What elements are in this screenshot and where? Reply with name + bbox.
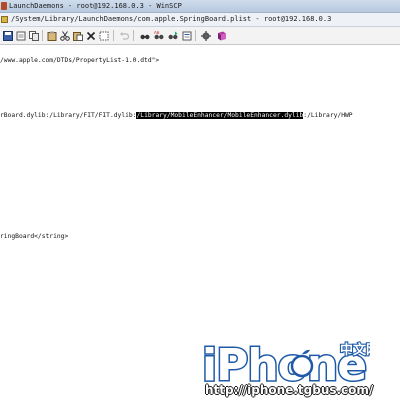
code-line-dylib: rBoard.dylib:/Library/FIT/FIT.dylib:/Lib… bbox=[0, 112, 353, 120]
file-path-bar: /System/Library/LaunchDaemons/com.apple.… bbox=[0, 13, 400, 27]
winscp-app-icon bbox=[1, 2, 7, 10]
paste-icon[interactable] bbox=[72, 30, 83, 41]
toolbar-separator bbox=[113, 30, 114, 41]
undo-icon[interactable] bbox=[118, 30, 129, 41]
code-text: rBoard.dylib:/Library/FIT/FIT.dylib: bbox=[0, 112, 137, 119]
logo-tag-text: 中文网 bbox=[340, 342, 370, 358]
selected-text[interactable]: /Library/MobileEnhancer/MobileEnhancer.d… bbox=[136, 112, 304, 119]
file-icon bbox=[1, 16, 8, 23]
goto-line-icon[interactable] bbox=[181, 30, 192, 41]
window-title: LaunchDaemons - root@192.168.0.3 - WinSC… bbox=[9, 2, 182, 10]
help-icon[interactable] bbox=[216, 30, 227, 41]
save-icon[interactable] bbox=[2, 30, 13, 41]
find-next-icon[interactable] bbox=[167, 30, 178, 41]
copy-icon[interactable] bbox=[28, 30, 39, 41]
toolbar-separator bbox=[133, 30, 134, 41]
iphone-watermark-logo: iPhone 中文网 bbox=[201, 339, 371, 389]
settings-icon[interactable] bbox=[200, 30, 211, 41]
delete-icon[interactable] bbox=[85, 30, 96, 41]
code-text: :/Library/HWP bbox=[303, 112, 353, 119]
editor-toolbar: AB bbox=[0, 27, 400, 45]
code-line-dtd: /www.apple.com/DTDs/PropertyList-1.0.dtd… bbox=[0, 57, 160, 64]
watermark-url: http://iphone.tgbus.com/ bbox=[205, 383, 374, 397]
code-line-string: ringBoard</string> bbox=[0, 233, 69, 240]
file-path: /System/Library/LaunchDaemons/com.apple.… bbox=[11, 15, 332, 23]
replace-icon[interactable]: AB bbox=[153, 30, 164, 41]
cut-icon[interactable] bbox=[59, 30, 70, 41]
toolbar-separator bbox=[195, 30, 196, 41]
clipboard-icon[interactable] bbox=[46, 30, 57, 41]
select-all-icon[interactable] bbox=[98, 30, 109, 41]
find-icon[interactable] bbox=[139, 30, 150, 41]
toolbar-separator bbox=[42, 30, 43, 41]
open-icon[interactable] bbox=[15, 30, 26, 41]
title-bar: LaunchDaemons - root@192.168.0.3 - WinSC… bbox=[0, 0, 400, 13]
svg-text:AB: AB bbox=[154, 31, 160, 35]
